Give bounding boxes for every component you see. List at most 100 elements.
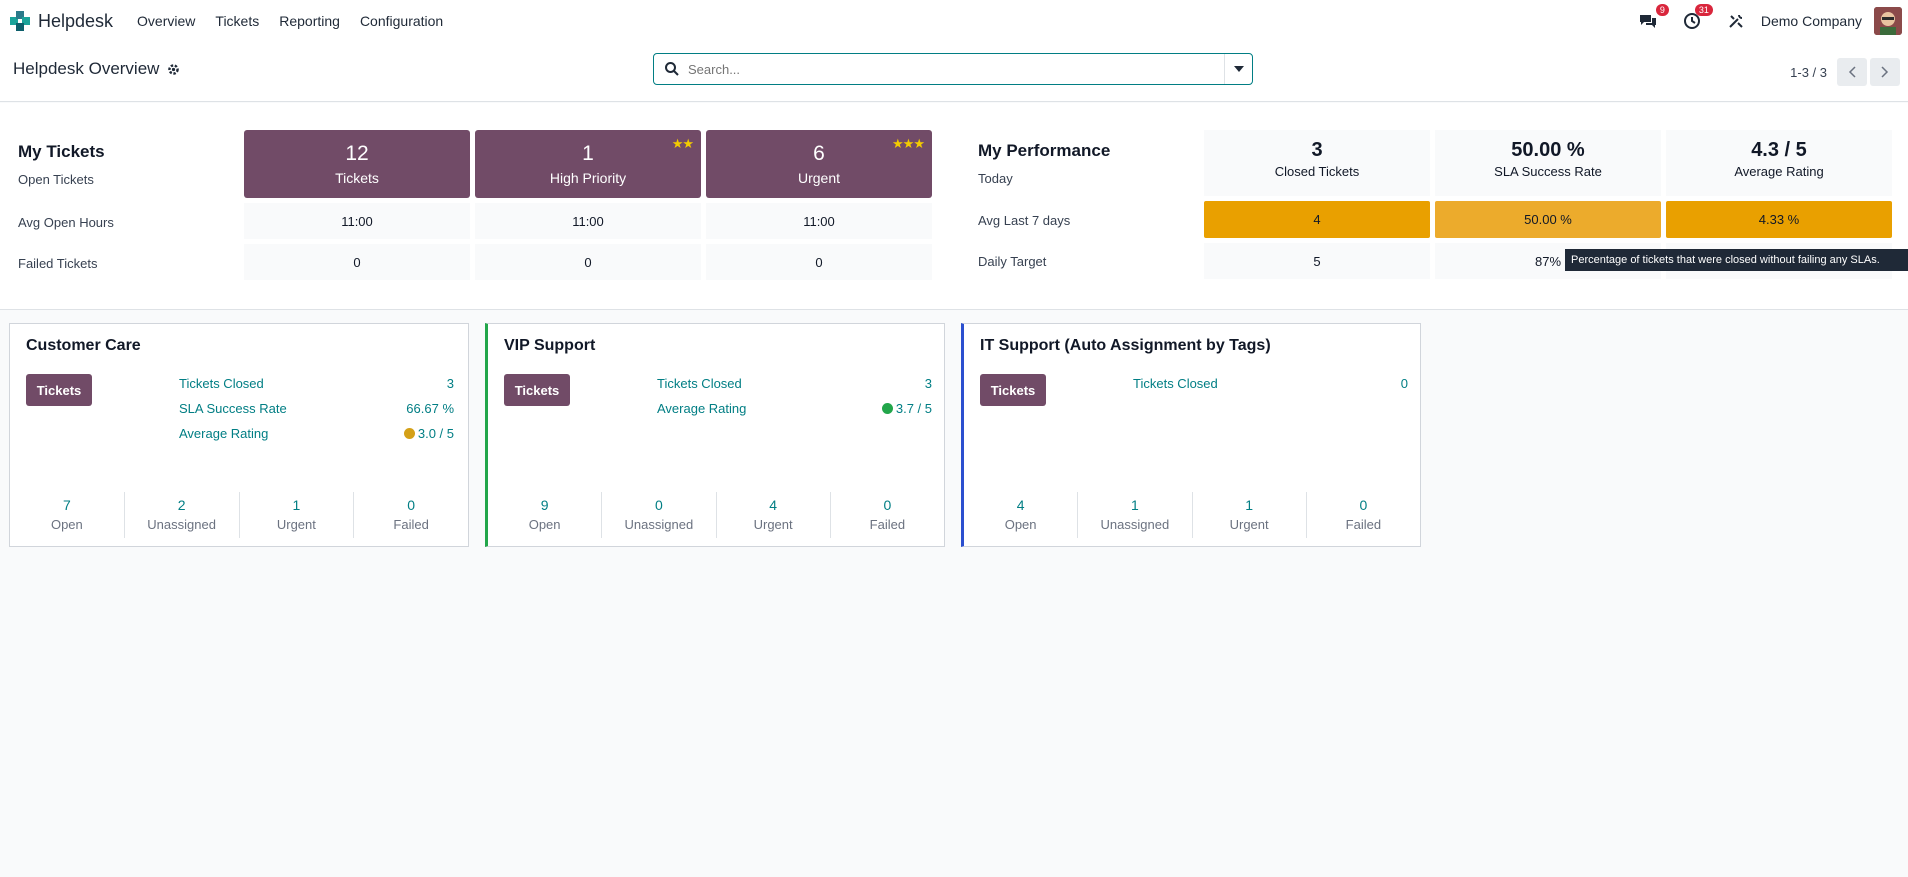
menu-tickets[interactable]: Tickets bbox=[205, 13, 269, 29]
priority-stars-icon: ★★ bbox=[671, 136, 694, 151]
failed-high-priority-count[interactable]: 0 bbox=[475, 244, 701, 280]
search-options-toggle[interactable] bbox=[1224, 54, 1252, 84]
counter-failed[interactable]: 0 Failed bbox=[1305, 492, 1420, 538]
perf-label: Average Rating bbox=[1734, 164, 1824, 179]
counter-label: Failed bbox=[393, 517, 429, 532]
counter-value: 1 bbox=[1245, 497, 1254, 513]
neutral-smiley-icon bbox=[403, 428, 415, 439]
open-tickets-label: Open Tickets bbox=[18, 172, 94, 187]
messages-button[interactable]: 9 bbox=[1637, 4, 1669, 32]
urgent-stars-icon: ★★★ bbox=[892, 136, 925, 151]
counter-urgent[interactable]: 1 Urgent bbox=[238, 492, 354, 538]
counter-urgent[interactable]: 1 Urgent bbox=[1191, 492, 1306, 538]
counter-value: 4 bbox=[769, 497, 778, 513]
counter-open[interactable]: 4 Open bbox=[964, 492, 1077, 538]
menu-reporting[interactable]: Reporting bbox=[269, 13, 350, 29]
counter-value: 1 bbox=[292, 497, 301, 513]
tile-high-priority[interactable]: ★★ 1 High Priority bbox=[475, 130, 701, 198]
counter-unassigned[interactable]: 2 Unassigned bbox=[123, 492, 239, 538]
counter-label: Urgent bbox=[1229, 517, 1269, 532]
tools-icon bbox=[1729, 14, 1743, 28]
team-name[interactable]: IT Support (Auto Assignment by Tags) bbox=[980, 337, 1271, 355]
search-input[interactable] bbox=[688, 61, 1224, 77]
tile-label: Tickets bbox=[335, 170, 379, 186]
chat-bubbles-icon bbox=[1639, 15, 1656, 28]
pager-previous-button[interactable] bbox=[1837, 58, 1867, 86]
pager-value[interactable]: 1-3 / 3 bbox=[1790, 65, 1827, 80]
company-switcher[interactable]: Demo Company bbox=[1761, 13, 1862, 29]
avg-hours-tickets[interactable]: 11:00 bbox=[244, 203, 470, 239]
page-title-text: Helpdesk Overview bbox=[13, 59, 160, 78]
perf-value: 4.3 / 5 bbox=[1751, 139, 1807, 161]
stat-tickets-closed[interactable]: Tickets Closed 3 bbox=[657, 376, 932, 391]
pager: 1-3 / 3 bbox=[1790, 42, 1908, 102]
counter-failed[interactable]: 0 Failed bbox=[829, 492, 944, 538]
my-tickets-title: My Tickets bbox=[18, 142, 105, 161]
counter-unassigned[interactable]: 1 Unassigned bbox=[1077, 492, 1191, 538]
activities-button[interactable]: 31 bbox=[1681, 4, 1713, 32]
counter-failed[interactable]: 0 Failed bbox=[353, 492, 468, 538]
gear-icon[interactable] bbox=[167, 63, 180, 76]
today-label: Today bbox=[978, 171, 1013, 186]
menu-configuration[interactable]: Configuration bbox=[350, 13, 453, 29]
avg-hours-high-priority[interactable]: 11:00 bbox=[475, 203, 701, 239]
counter-label: Failed bbox=[1345, 517, 1382, 532]
avg-rating: 4.33 % bbox=[1666, 201, 1892, 238]
app-brand[interactable]: Helpdesk bbox=[8, 9, 113, 33]
counter-value: 2 bbox=[177, 497, 186, 513]
debug-tools-button[interactable] bbox=[1725, 10, 1747, 32]
stat-label: Tickets Closed bbox=[1133, 376, 1218, 391]
counter-value: 4 bbox=[1016, 497, 1025, 513]
stat-average-rating[interactable]: Average Rating 3.0 / 5 bbox=[179, 426, 454, 441]
counter-label: Open bbox=[1004, 517, 1037, 532]
pager-next-button[interactable] bbox=[1870, 58, 1900, 86]
search-icon bbox=[665, 62, 679, 76]
top-navbar: Helpdesk Overview Tickets Reporting Conf… bbox=[0, 0, 1908, 42]
my-dashboard: My Tickets Open Tickets Avg Open Hours F… bbox=[0, 103, 1908, 310]
team-tickets-button[interactable]: Tickets bbox=[980, 374, 1046, 406]
team-tickets-button[interactable]: Tickets bbox=[26, 374, 92, 406]
team-card-customer-care: Customer Care Tickets Tickets Closed 3 S… bbox=[9, 323, 469, 547]
page-title: Helpdesk Overview bbox=[13, 59, 180, 79]
counter-unassigned[interactable]: 0 Unassigned bbox=[601, 492, 715, 538]
team-counters: 7 Open 2 Unassigned 1 Urgent 0 Failed bbox=[10, 492, 468, 538]
stat-average-rating[interactable]: Average Rating 3.7 / 5 bbox=[657, 401, 932, 416]
stat-sla-success-rate[interactable]: SLA Success Rate 66.67 % bbox=[179, 401, 454, 416]
stat-value: 3 bbox=[924, 376, 932, 391]
counter-label: Unassigned bbox=[1100, 517, 1170, 532]
team-name[interactable]: VIP Support bbox=[504, 337, 595, 355]
navbar-systray: 9 31 Demo Company bbox=[1637, 0, 1908, 42]
activities-badge: 31 bbox=[1694, 4, 1713, 16]
stat-tickets-closed[interactable]: Tickets Closed 0 bbox=[1133, 376, 1408, 391]
counter-label: Failed bbox=[869, 517, 906, 532]
counter-label: Urgent bbox=[276, 517, 316, 532]
counter-value: 0 bbox=[883, 497, 892, 513]
daily-target-label: Daily Target bbox=[978, 254, 1047, 269]
team-tickets-button[interactable]: Tickets bbox=[504, 374, 570, 406]
counter-value: 9 bbox=[540, 497, 549, 513]
stat-tickets-closed[interactable]: Tickets Closed 3 bbox=[179, 376, 454, 391]
avg-last-7-days-label: Avg Last 7 days bbox=[978, 213, 1071, 228]
counter-label: Open bbox=[50, 517, 83, 532]
counter-open[interactable]: 7 Open bbox=[10, 492, 124, 538]
avg-open-hours-label: Avg Open Hours bbox=[18, 215, 114, 230]
counter-open[interactable]: 9 Open bbox=[488, 492, 601, 538]
happy-smiley-icon bbox=[881, 403, 893, 414]
failed-urgent-count[interactable]: 0 bbox=[706, 244, 932, 280]
stat-label: Tickets Closed bbox=[179, 376, 264, 391]
user-avatar[interactable] bbox=[1874, 7, 1902, 35]
tile-my-tickets[interactable]: 12 Tickets bbox=[244, 130, 470, 198]
failed-tickets-count[interactable]: 0 bbox=[244, 244, 470, 280]
counter-label: Unassigned bbox=[624, 517, 694, 532]
main-menu: Overview Tickets Reporting Configuration bbox=[127, 13, 453, 29]
tile-urgent[interactable]: ★★★ 6 Urgent bbox=[706, 130, 932, 198]
perf-value: 50.00 % bbox=[1511, 139, 1585, 161]
menu-overview[interactable]: Overview bbox=[127, 13, 205, 29]
counter-urgent[interactable]: 4 Urgent bbox=[715, 492, 830, 538]
counter-value: 0 bbox=[654, 497, 663, 513]
avg-hours-urgent[interactable]: 11:00 bbox=[706, 203, 932, 239]
caret-down-icon bbox=[1233, 66, 1244, 72]
sla-tooltip: Percentage of tickets that were closed w… bbox=[1565, 249, 1908, 271]
perf-value: 3 bbox=[1311, 139, 1323, 161]
team-name[interactable]: Customer Care bbox=[26, 337, 141, 355]
